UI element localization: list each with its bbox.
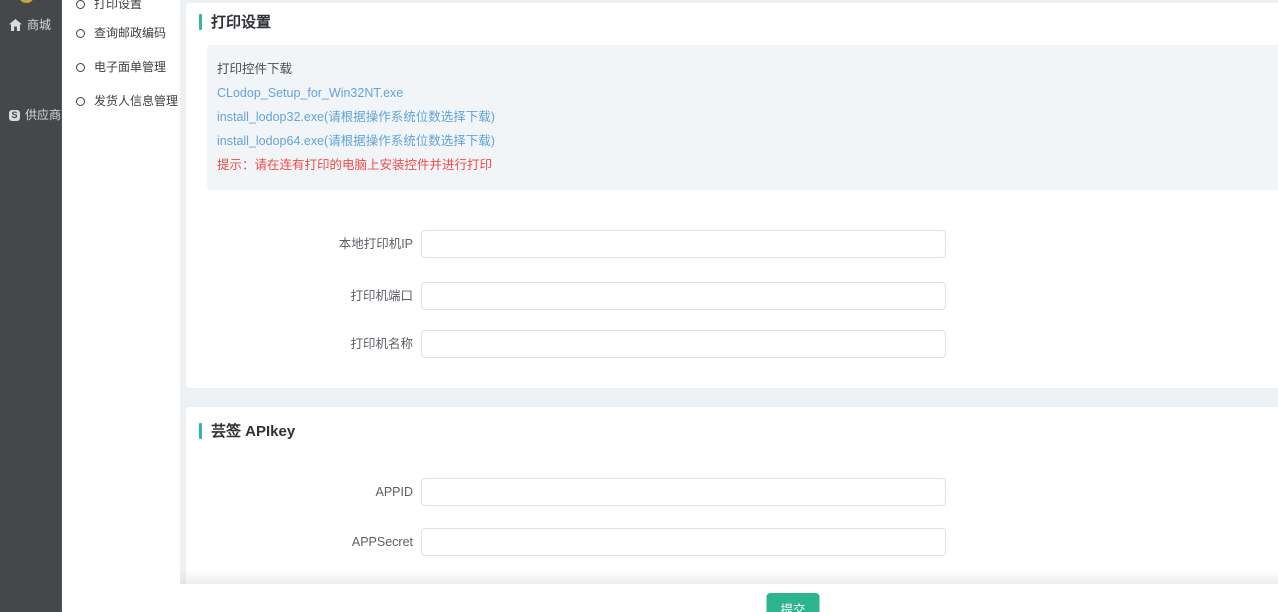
download-link-clodop[interactable]: CLodop_Setup_for_Win32NT.exe — [217, 81, 403, 105]
sidebar-item-label: 发货人信息管理 — [94, 94, 178, 108]
form-row: APPID — [186, 478, 1278, 506]
submit-footer-bar: 提交 — [180, 584, 1278, 612]
appid-input[interactable] — [421, 478, 946, 506]
install-tip-text: 提示：请在连有打印的电脑上安装控件并进行打印 — [217, 153, 1278, 177]
circle-icon — [76, 29, 85, 38]
logo-icon — [19, 0, 34, 3]
card-title-text: 芸签 APIkey — [211, 420, 295, 441]
sidebar-item-label: 查询邮政编码 — [94, 26, 166, 40]
printer-ip-label: 本地打印机IP — [186, 230, 413, 258]
sidebar-item-label: 商城 — [27, 18, 51, 32]
printer-name-input[interactable] — [421, 330, 946, 358]
download-heading: 打印控件下载 — [217, 57, 1278, 81]
card-title-text: 打印设置 — [211, 11, 271, 32]
form-row: APPSecret — [186, 528, 1278, 556]
sidebar-item-mall[interactable]: 商城 — [0, 18, 61, 32]
form-row: 打印机名称 — [186, 330, 1278, 358]
sidebar-item-label: 打印设置 — [94, 0, 142, 11]
submit-button[interactable]: 提交 — [766, 593, 819, 612]
print-settings-card: 打印设置 打印控件下载 CLodop_Setup_for_Win32NT.exe… — [186, 3, 1278, 388]
print-settings-title: 打印设置 — [199, 11, 271, 32]
printer-name-label: 打印机名称 — [186, 330, 413, 358]
accent-bar — [199, 423, 202, 439]
form-row: 本地打印机IP — [186, 230, 1278, 258]
home-icon — [9, 19, 22, 31]
printer-port-input[interactable] — [421, 282, 946, 310]
apikey-card: 芸签 APIkey APPID APPSecret — [186, 407, 1278, 612]
sidebar-item-shipper-info-management[interactable]: 发货人信息管理 — [76, 94, 178, 108]
download-panel: 打印控件下载 CLodop_Setup_for_Win32NT.exe inst… — [207, 45, 1278, 190]
circle-icon — [76, 97, 85, 106]
accent-bar — [199, 14, 202, 30]
apikey-title: 芸签 APIkey — [199, 420, 295, 441]
secondary-sidebar: 打印设置 查询邮政编码 电子面单管理 发货人信息管理 — [62, 0, 180, 612]
appsecret-input[interactable] — [421, 528, 946, 556]
printer-ip-input[interactable] — [421, 230, 946, 258]
appsecret-label: APPSecret — [186, 528, 413, 556]
sidebar-item-label: 电子面单管理 — [94, 60, 166, 74]
download-link-lodop64[interactable]: install_lodop64.exe(请根据操作系统位数选择下载) — [217, 129, 495, 153]
circle-icon — [76, 0, 85, 9]
circle-icon — [76, 63, 85, 72]
printer-port-label: 打印机端口 — [186, 282, 413, 310]
sidebar-item-print-settings[interactable]: 打印设置 — [76, 0, 142, 11]
sidebar-item-supplier[interactable]: S 供应商 — [0, 108, 61, 122]
primary-sidebar: 商城 S 供应商 — [0, 0, 62, 612]
sidebar-item-e-waybill-management[interactable]: 电子面单管理 — [76, 60, 166, 74]
sidebar-item-postal-code-query[interactable]: 查询邮政编码 — [76, 26, 166, 40]
appid-label: APPID — [186, 478, 413, 506]
sidebar-item-label: 供应商 — [25, 108, 61, 122]
form-row: 打印机端口 — [186, 282, 1278, 310]
download-link-lodop32[interactable]: install_lodop32.exe(请根据操作系统位数选择下载) — [217, 105, 495, 129]
supplier-s-icon: S — [9, 110, 20, 121]
